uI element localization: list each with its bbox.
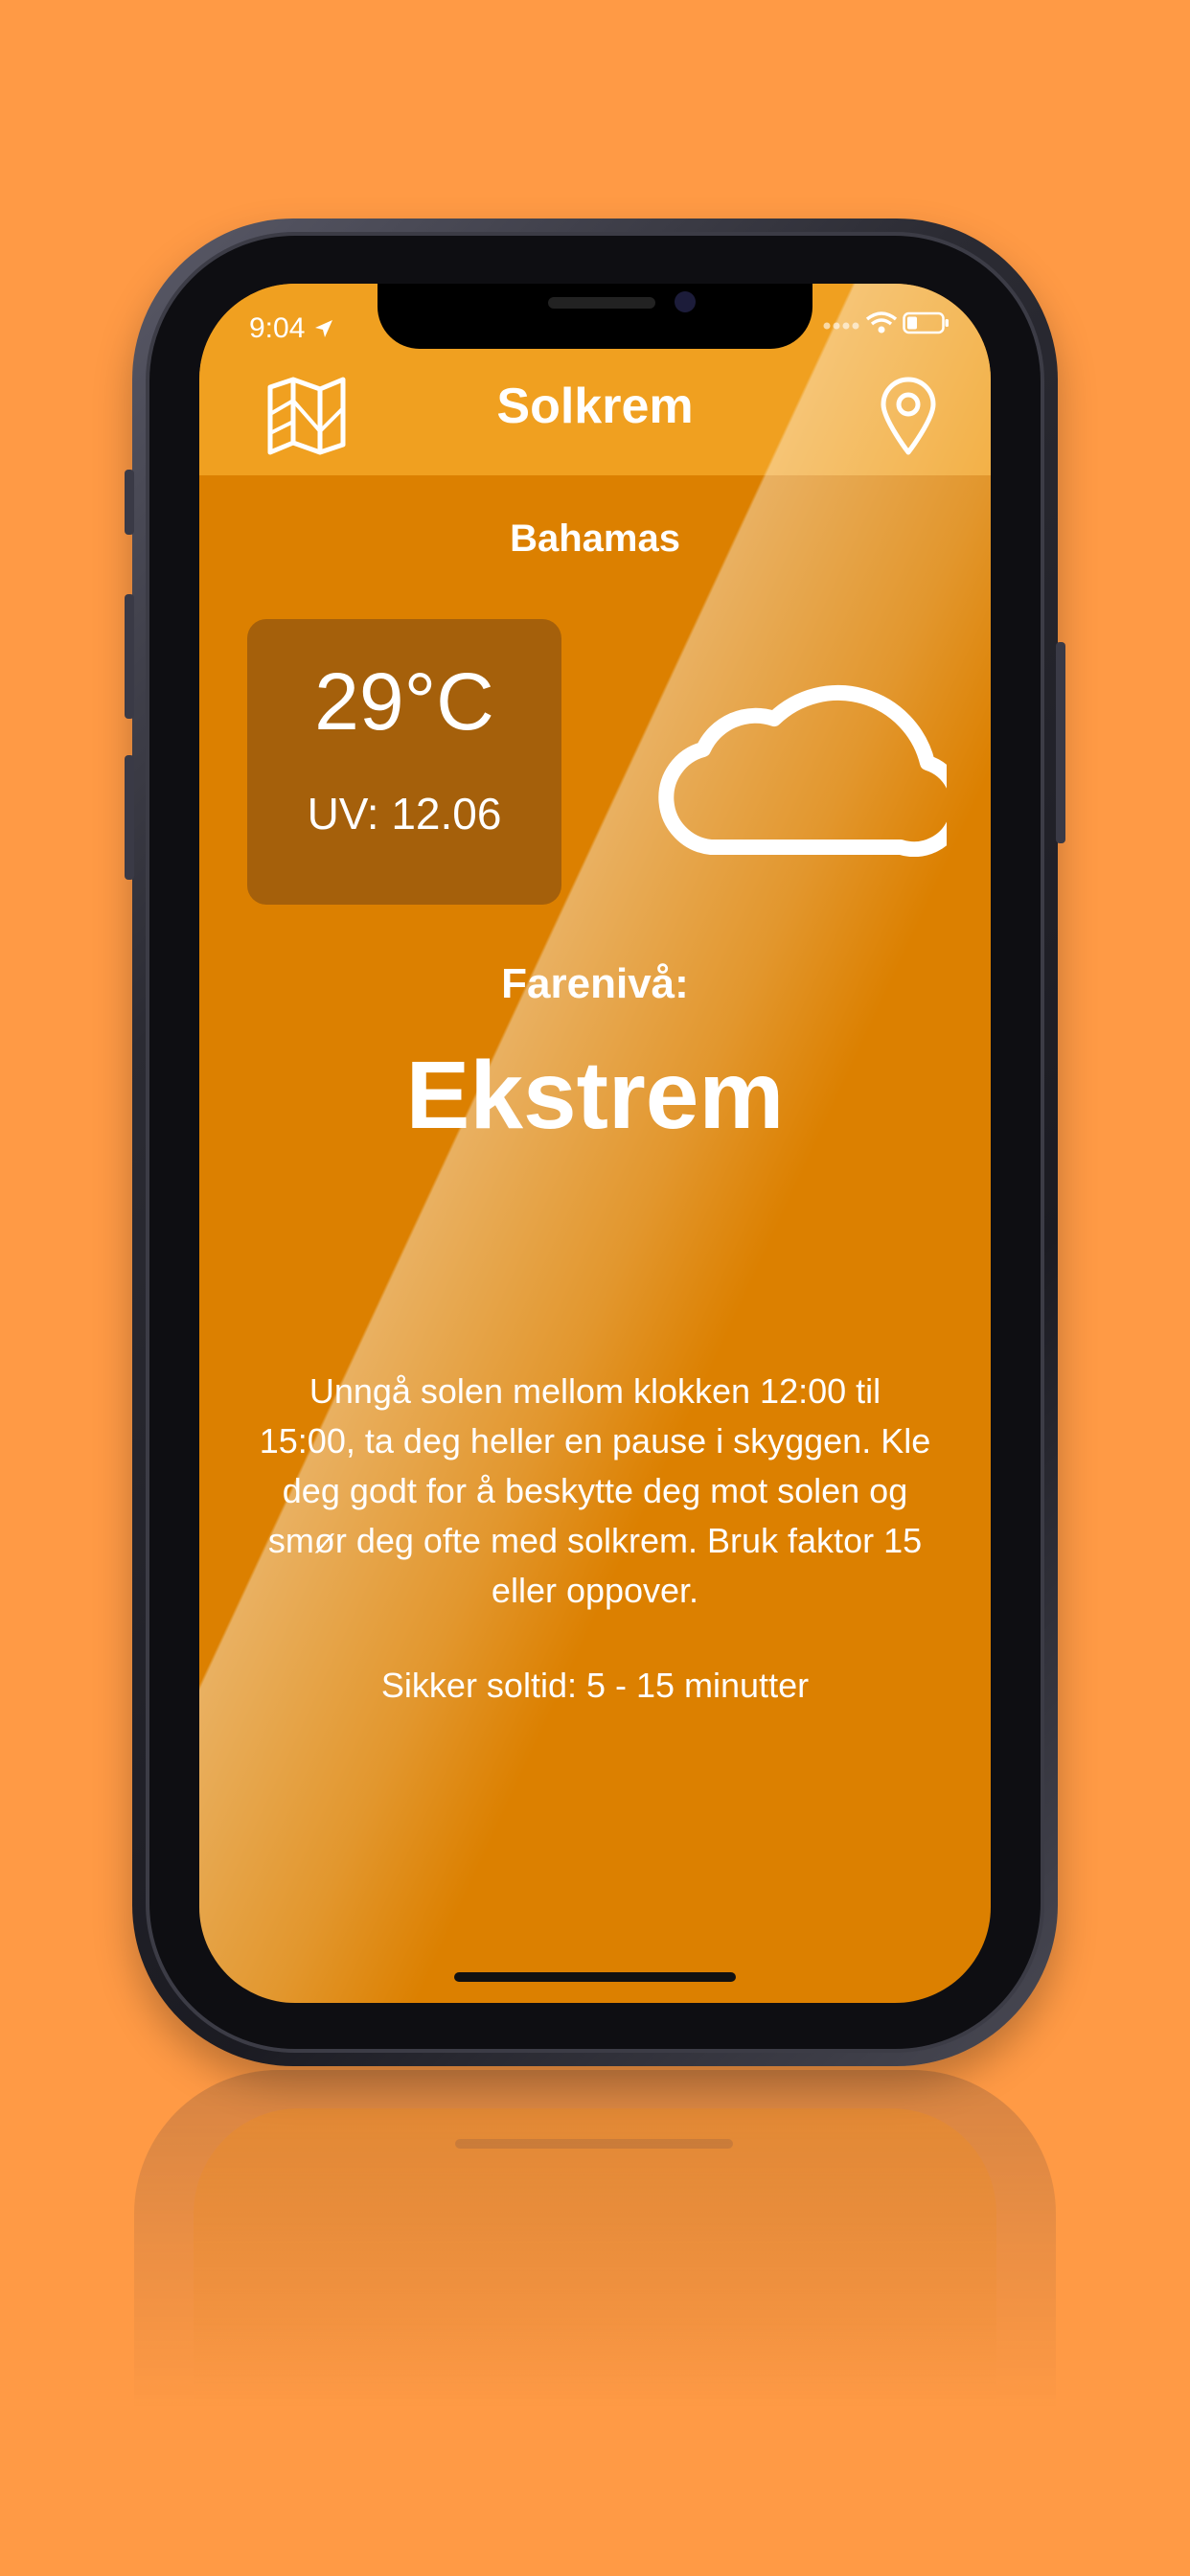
status-time-label: 9:04 [249,312,306,344]
reflection-home-indicator [455,2139,733,2149]
cloud-icon [650,656,967,861]
battery-icon [903,311,949,334]
signal-icon [823,322,859,330]
location-pin-icon[interactable] [878,376,939,460]
advice-text: Unngå solen mellom klokken 12:00 til 15:… [259,1371,931,1610]
uv-value: UV: 12.06 [307,789,502,839]
wifi-icon [865,311,897,334]
mute-switch [125,470,134,535]
home-indicator[interactable] [454,1972,736,1982]
notch [378,284,812,349]
location-arrow-icon [314,320,332,337]
volume-up-button [125,594,134,719]
power-button [1056,642,1065,843]
danger-level-label: Farenivå: [501,960,689,1007]
volume-down-button [125,755,134,880]
temperature-value: 29°C [314,656,494,747]
danger-level-value: Ekstrem [405,1042,785,1149]
phone-reflection [134,2070,1056,2472]
weather-card: 29°C UV: 12.06 [247,619,561,905]
safe-sun-time: Sikker soltid: 5 - 15 minutter [380,1666,810,1705]
nav-bar: 9:04 Solkrem [199,284,991,475]
app-screen: 9:04 Solkrem Bahamas 29°C UV: 12.06 Fare… [199,284,991,2003]
reflection-screen [194,2108,996,2472]
status-time: 9:04 [249,312,334,345]
location-name: Bahamas [510,518,680,560]
status-indicators [822,310,950,339]
app-title: Solkrem [496,379,694,434]
